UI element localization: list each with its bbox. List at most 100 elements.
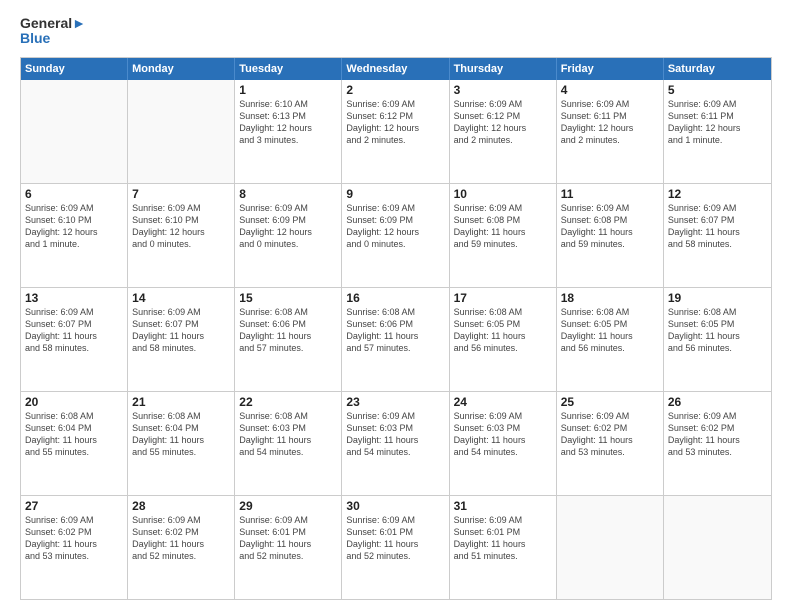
day-number: 24 xyxy=(454,395,552,409)
calendar-cell: 30Sunrise: 6:09 AM Sunset: 6:01 PM Dayli… xyxy=(342,496,449,599)
calendar-cell: 18Sunrise: 6:08 AM Sunset: 6:05 PM Dayli… xyxy=(557,288,664,391)
calendar-week-row: 27Sunrise: 6:09 AM Sunset: 6:02 PM Dayli… xyxy=(21,495,771,599)
calendar-cell: 23Sunrise: 6:09 AM Sunset: 6:03 PM Dayli… xyxy=(342,392,449,495)
day-info: Sunrise: 6:09 AM Sunset: 6:01 PM Dayligh… xyxy=(239,514,337,563)
calendar-cell: 21Sunrise: 6:08 AM Sunset: 6:04 PM Dayli… xyxy=(128,392,235,495)
day-number: 25 xyxy=(561,395,659,409)
calendar-cell: 20Sunrise: 6:08 AM Sunset: 6:04 PM Dayli… xyxy=(21,392,128,495)
day-info: Sunrise: 6:08 AM Sunset: 6:05 PM Dayligh… xyxy=(454,306,552,355)
calendar-cell: 28Sunrise: 6:09 AM Sunset: 6:02 PM Dayli… xyxy=(128,496,235,599)
day-info: Sunrise: 6:09 AM Sunset: 6:09 PM Dayligh… xyxy=(239,202,337,251)
day-info: Sunrise: 6:09 AM Sunset: 6:02 PM Dayligh… xyxy=(668,410,767,459)
weekday-header: Friday xyxy=(557,58,664,80)
weekday-header: Monday xyxy=(128,58,235,80)
day-info: Sunrise: 6:09 AM Sunset: 6:07 PM Dayligh… xyxy=(668,202,767,251)
calendar-cell: 13Sunrise: 6:09 AM Sunset: 6:07 PM Dayli… xyxy=(21,288,128,391)
calendar-cell: 22Sunrise: 6:08 AM Sunset: 6:03 PM Dayli… xyxy=(235,392,342,495)
calendar-week-row: 6Sunrise: 6:09 AM Sunset: 6:10 PM Daylig… xyxy=(21,183,771,287)
day-info: Sunrise: 6:09 AM Sunset: 6:02 PM Dayligh… xyxy=(132,514,230,563)
calendar-body: 1Sunrise: 6:10 AM Sunset: 6:13 PM Daylig… xyxy=(21,80,771,599)
day-number: 28 xyxy=(132,499,230,513)
day-info: Sunrise: 6:08 AM Sunset: 6:03 PM Dayligh… xyxy=(239,410,337,459)
header: General► Blue xyxy=(20,16,772,47)
day-number: 21 xyxy=(132,395,230,409)
day-number: 13 xyxy=(25,291,123,305)
calendar-cell xyxy=(557,496,664,599)
day-number: 19 xyxy=(668,291,767,305)
calendar-cell xyxy=(128,80,235,183)
day-number: 5 xyxy=(668,83,767,97)
calendar-cell: 24Sunrise: 6:09 AM Sunset: 6:03 PM Dayli… xyxy=(450,392,557,495)
day-info: Sunrise: 6:10 AM Sunset: 6:13 PM Dayligh… xyxy=(239,98,337,147)
day-number: 1 xyxy=(239,83,337,97)
day-number: 23 xyxy=(346,395,444,409)
calendar-week-row: 1Sunrise: 6:10 AM Sunset: 6:13 PM Daylig… xyxy=(21,80,771,183)
day-number: 10 xyxy=(454,187,552,201)
day-info: Sunrise: 6:08 AM Sunset: 6:06 PM Dayligh… xyxy=(346,306,444,355)
day-info: Sunrise: 6:08 AM Sunset: 6:05 PM Dayligh… xyxy=(561,306,659,355)
day-number: 11 xyxy=(561,187,659,201)
day-number: 15 xyxy=(239,291,337,305)
day-info: Sunrise: 6:09 AM Sunset: 6:07 PM Dayligh… xyxy=(25,306,123,355)
calendar-cell: 6Sunrise: 6:09 AM Sunset: 6:10 PM Daylig… xyxy=(21,184,128,287)
calendar-cell: 10Sunrise: 6:09 AM Sunset: 6:08 PM Dayli… xyxy=(450,184,557,287)
day-number: 8 xyxy=(239,187,337,201)
day-info: Sunrise: 6:09 AM Sunset: 6:10 PM Dayligh… xyxy=(25,202,123,251)
calendar-cell: 4Sunrise: 6:09 AM Sunset: 6:11 PM Daylig… xyxy=(557,80,664,183)
calendar-cell: 5Sunrise: 6:09 AM Sunset: 6:11 PM Daylig… xyxy=(664,80,771,183)
calendar-cell: 31Sunrise: 6:09 AM Sunset: 6:01 PM Dayli… xyxy=(450,496,557,599)
day-info: Sunrise: 6:08 AM Sunset: 6:04 PM Dayligh… xyxy=(25,410,123,459)
weekday-header: Saturday xyxy=(664,58,771,80)
day-number: 18 xyxy=(561,291,659,305)
page: General► Blue SundayMondayTuesdayWednesd… xyxy=(0,0,792,612)
day-info: Sunrise: 6:09 AM Sunset: 6:09 PM Dayligh… xyxy=(346,202,444,251)
day-info: Sunrise: 6:09 AM Sunset: 6:02 PM Dayligh… xyxy=(25,514,123,563)
logo-wordmark: General► Blue xyxy=(20,16,86,47)
calendar-cell: 26Sunrise: 6:09 AM Sunset: 6:02 PM Dayli… xyxy=(664,392,771,495)
calendar-cell: 17Sunrise: 6:08 AM Sunset: 6:05 PM Dayli… xyxy=(450,288,557,391)
calendar-cell xyxy=(21,80,128,183)
day-info: Sunrise: 6:09 AM Sunset: 6:08 PM Dayligh… xyxy=(561,202,659,251)
calendar-cell: 29Sunrise: 6:09 AM Sunset: 6:01 PM Dayli… xyxy=(235,496,342,599)
day-number: 29 xyxy=(239,499,337,513)
day-info: Sunrise: 6:08 AM Sunset: 6:06 PM Dayligh… xyxy=(239,306,337,355)
day-info: Sunrise: 6:09 AM Sunset: 6:03 PM Dayligh… xyxy=(346,410,444,459)
calendar: SundayMondayTuesdayWednesdayThursdayFrid… xyxy=(20,57,772,600)
calendar-week-row: 13Sunrise: 6:09 AM Sunset: 6:07 PM Dayli… xyxy=(21,287,771,391)
calendar-cell: 1Sunrise: 6:10 AM Sunset: 6:13 PM Daylig… xyxy=(235,80,342,183)
day-number: 31 xyxy=(454,499,552,513)
day-info: Sunrise: 6:08 AM Sunset: 6:05 PM Dayligh… xyxy=(668,306,767,355)
day-number: 14 xyxy=(132,291,230,305)
day-number: 27 xyxy=(25,499,123,513)
calendar-cell xyxy=(664,496,771,599)
calendar-cell: 27Sunrise: 6:09 AM Sunset: 6:02 PM Dayli… xyxy=(21,496,128,599)
weekday-header: Tuesday xyxy=(235,58,342,80)
day-info: Sunrise: 6:09 AM Sunset: 6:11 PM Dayligh… xyxy=(561,98,659,147)
day-number: 26 xyxy=(668,395,767,409)
day-info: Sunrise: 6:09 AM Sunset: 6:03 PM Dayligh… xyxy=(454,410,552,459)
day-info: Sunrise: 6:09 AM Sunset: 6:12 PM Dayligh… xyxy=(454,98,552,147)
day-number: 17 xyxy=(454,291,552,305)
day-number: 30 xyxy=(346,499,444,513)
day-info: Sunrise: 6:09 AM Sunset: 6:07 PM Dayligh… xyxy=(132,306,230,355)
weekday-header: Sunday xyxy=(21,58,128,80)
calendar-cell: 19Sunrise: 6:08 AM Sunset: 6:05 PM Dayli… xyxy=(664,288,771,391)
calendar-cell: 11Sunrise: 6:09 AM Sunset: 6:08 PM Dayli… xyxy=(557,184,664,287)
day-number: 7 xyxy=(132,187,230,201)
day-number: 9 xyxy=(346,187,444,201)
day-info: Sunrise: 6:09 AM Sunset: 6:10 PM Dayligh… xyxy=(132,202,230,251)
weekday-header: Wednesday xyxy=(342,58,449,80)
day-info: Sunrise: 6:09 AM Sunset: 6:02 PM Dayligh… xyxy=(561,410,659,459)
day-info: Sunrise: 6:09 AM Sunset: 6:11 PM Dayligh… xyxy=(668,98,767,147)
day-number: 12 xyxy=(668,187,767,201)
calendar-cell: 15Sunrise: 6:08 AM Sunset: 6:06 PM Dayli… xyxy=(235,288,342,391)
day-number: 6 xyxy=(25,187,123,201)
day-number: 3 xyxy=(454,83,552,97)
day-number: 2 xyxy=(346,83,444,97)
day-number: 16 xyxy=(346,291,444,305)
weekday-header: Thursday xyxy=(450,58,557,80)
calendar-cell: 2Sunrise: 6:09 AM Sunset: 6:12 PM Daylig… xyxy=(342,80,449,183)
day-info: Sunrise: 6:09 AM Sunset: 6:08 PM Dayligh… xyxy=(454,202,552,251)
calendar-cell: 7Sunrise: 6:09 AM Sunset: 6:10 PM Daylig… xyxy=(128,184,235,287)
logo: General► Blue xyxy=(20,16,86,47)
